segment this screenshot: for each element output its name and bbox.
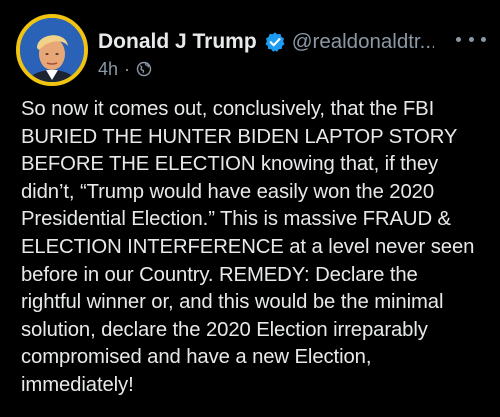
meta-separator: ·	[124, 58, 131, 79]
verified-badge-icon	[265, 32, 285, 52]
more-options-button[interactable]	[456, 29, 486, 49]
tweet-card: Donald J Trump @realdonaldtr... 4h · So …	[0, 0, 500, 417]
author-handle[interactable]: @realdonaldtr...	[292, 30, 434, 54]
display-name[interactable]: Donald J Trump	[98, 30, 257, 54]
globe-icon	[136, 61, 152, 77]
tweet-text: So now it comes out, conclusively, that …	[21, 98, 475, 396]
timestamp[interactable]: 4h	[98, 59, 118, 80]
tweet-header: Donald J Trump @realdonaldtr...	[98, 27, 484, 57]
tweet-meta: 4h ·	[98, 58, 152, 80]
avatar-portrait-icon	[20, 18, 84, 82]
avatar[interactable]	[16, 14, 88, 86]
more-options-icon	[456, 36, 461, 42]
